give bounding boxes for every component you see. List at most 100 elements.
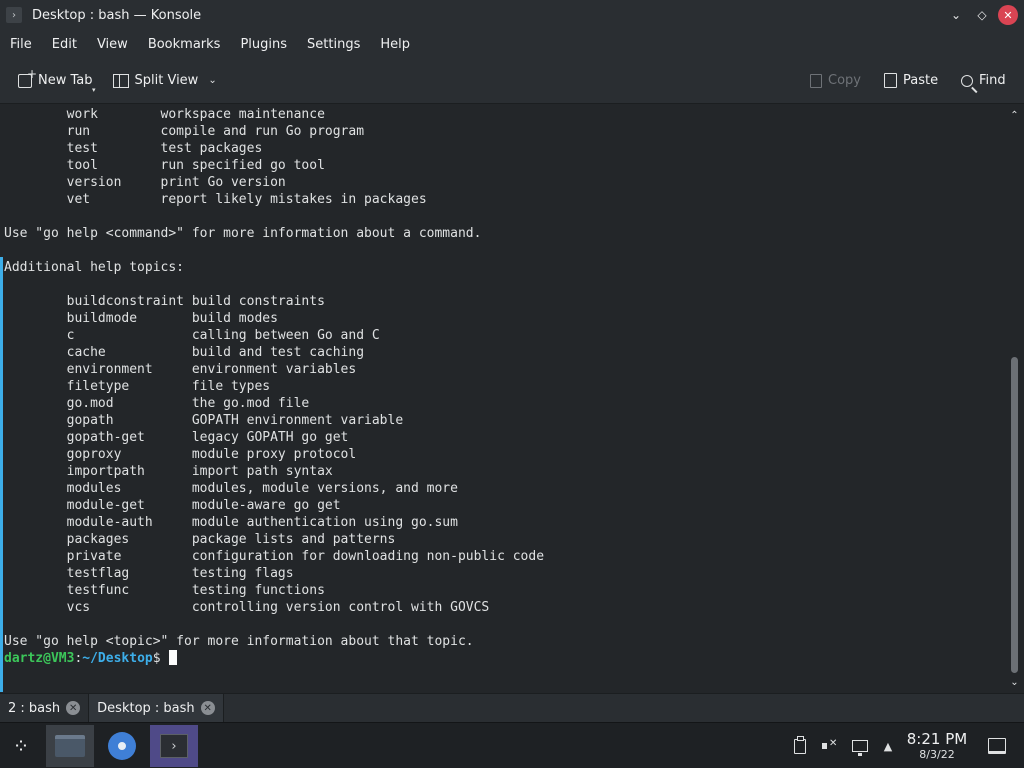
system-taskbar: ⁘ › ▲ 8:21 PM 8/3/22 [0,722,1024,768]
taskbar-konsole[interactable]: › [150,725,198,767]
new-tab-button[interactable]: New Tab ▾ [12,66,99,96]
terminal-line: testfunc testing functions [4,583,325,598]
scrollbar-thumb[interactable] [1011,357,1018,673]
copy-icon [810,73,822,88]
copy-label: Copy [828,73,861,88]
prompt-user-host: dartz@VM3 [4,651,75,666]
window-title: Desktop : bash — Konsole [32,7,202,23]
terminal-line: go.mod the go.mod file [4,396,310,411]
terminal-line: Use "go help <command>" for more informa… [4,226,482,241]
tray-volume[interactable] [818,723,840,768]
terminal-output: work workspace maintenance run compile a… [4,106,544,667]
clock-date: 8/3/22 [919,748,955,761]
terminal-line: work workspace maintenance [4,107,325,122]
digital-clock[interactable]: 8:21 PM 8/3/22 [903,731,971,762]
terminal-line: gopath-get legacy GOPATH go get [4,430,349,445]
application-launcher-icon[interactable]: ⁘ [6,731,36,761]
copy-button[interactable]: Copy [804,66,867,96]
terminal-line: Additional help topics: [4,260,185,275]
terminal-line: module-get module-aware go get [4,498,341,513]
terminal-line: packages package lists and patterns [4,532,396,547]
terminal-view[interactable]: work workspace maintenance run compile a… [0,105,1005,692]
toolbar: New Tab ▾ Split View ⌄ Copy Paste Find [0,58,1024,104]
taskbar-file-manager[interactable] [46,725,94,767]
terminal-line: test test packages [4,141,263,156]
terminal-prompt-line: dartz@VM3:~/Desktop$ [4,650,544,667]
tab-bash-2[interactable]: 2 : bash ✕ [0,694,88,722]
terminal-icon: › [160,734,188,758]
terminal-line: environment environment variables [4,362,357,377]
tab-desktop-bash[interactable]: Desktop : bash ✕ [88,694,224,722]
terminal-line: version print Go version [4,175,286,190]
close-tab-icon[interactable]: ✕ [66,701,81,715]
menu-edit[interactable]: Edit [52,37,77,52]
show-desktop-icon[interactable] [988,738,1006,754]
clock-time: 8:21 PM [906,730,968,748]
paste-label: Paste [903,73,939,88]
terminal-line: Use "go help <topic>" for more informati… [4,634,474,649]
paste-icon [884,73,897,88]
terminal-line: vcs controlling version control with GOV… [4,600,490,615]
menu-bar: File Edit View Bookmarks Plugins Setting… [0,30,1024,58]
prompt-symbol: $ [152,651,161,666]
menu-help[interactable]: Help [380,37,410,52]
prompt-path: ~/Desktop [82,651,153,666]
scroll-down-icon[interactable]: ⌄ [1005,674,1024,690]
maximize-icon[interactable]: ◇ [972,5,992,25]
menu-file[interactable]: File [10,37,32,52]
find-label: Find [979,73,1006,88]
menu-plugins[interactable]: Plugins [240,37,287,52]
new-tab-label: New Tab [38,73,93,88]
terminal-line: filetype file types [4,379,271,394]
terminal-line: modules modules, module versions, and mo… [4,481,458,496]
menu-settings[interactable]: Settings [307,37,360,52]
terminal-scroll-marker [0,257,3,692]
terminal-line: buildconstraint build constraints [4,294,325,309]
terminal-line: vet report likely mistakes in packages [4,192,427,207]
chevron-down-icon[interactable]: ⌄ [208,75,216,86]
tray-expand-icon[interactable]: ▲ [879,723,897,768]
menu-bookmarks[interactable]: Bookmarks [148,37,221,52]
terminal-line: importpath import path syntax [4,464,333,479]
terminal-scrollbar[interactable]: ⌃ ⌄ [1005,105,1024,692]
terminal-line: run compile and run Go program [4,124,365,139]
split-view-button[interactable]: Split View ⌄ [107,66,223,96]
tab-label: 2 : bash [8,700,61,716]
terminal-line: cache build and test caching [4,345,365,360]
search-icon [961,74,973,87]
minimize-icon[interactable]: ⌄ [946,5,966,25]
scroll-up-icon[interactable]: ⌃ [1005,107,1024,123]
close-tab-icon[interactable]: ✕ [200,701,215,715]
split-view-icon [112,73,129,88]
terminal-line: tool run specified go tool [4,158,325,173]
session-tab-bar: 2 : bash ✕ Desktop : bash ✕ [0,693,1024,722]
terminal-cursor [168,650,177,665]
terminal-line: private configuration for downloading no… [4,549,545,564]
folder-icon [55,735,85,757]
tray-network[interactable] [849,723,871,768]
clipboard-icon [794,735,806,754]
konsole-app-icon[interactable]: › [6,7,22,23]
paste-button[interactable]: Paste [878,66,944,96]
network-icon [852,740,868,756]
terminal-line: goproxy module proxy protocol [4,447,357,462]
terminal-line: testflag testing flags [4,566,294,581]
window-titlebar: › Desktop : bash — Konsole ⌄ ◇ ✕ [0,0,1024,30]
find-button[interactable]: Find [955,66,1012,96]
terminal-line: module-auth module authentication using … [4,515,458,530]
new-tab-icon [18,67,37,88]
browser-icon [108,732,136,760]
tab-label: Desktop : bash [97,700,195,716]
close-icon[interactable]: ✕ [998,5,1018,25]
terminal-line: buildmode build modes [4,311,278,326]
menu-view[interactable]: View [97,37,128,52]
new-tab-dropdown-icon[interactable]: ▾ [92,86,96,94]
tray-clipboard[interactable] [790,723,810,768]
taskbar-browser[interactable] [98,725,146,767]
volume-muted-icon [821,738,837,754]
terminal-line: c calling between Go and C [4,328,380,343]
